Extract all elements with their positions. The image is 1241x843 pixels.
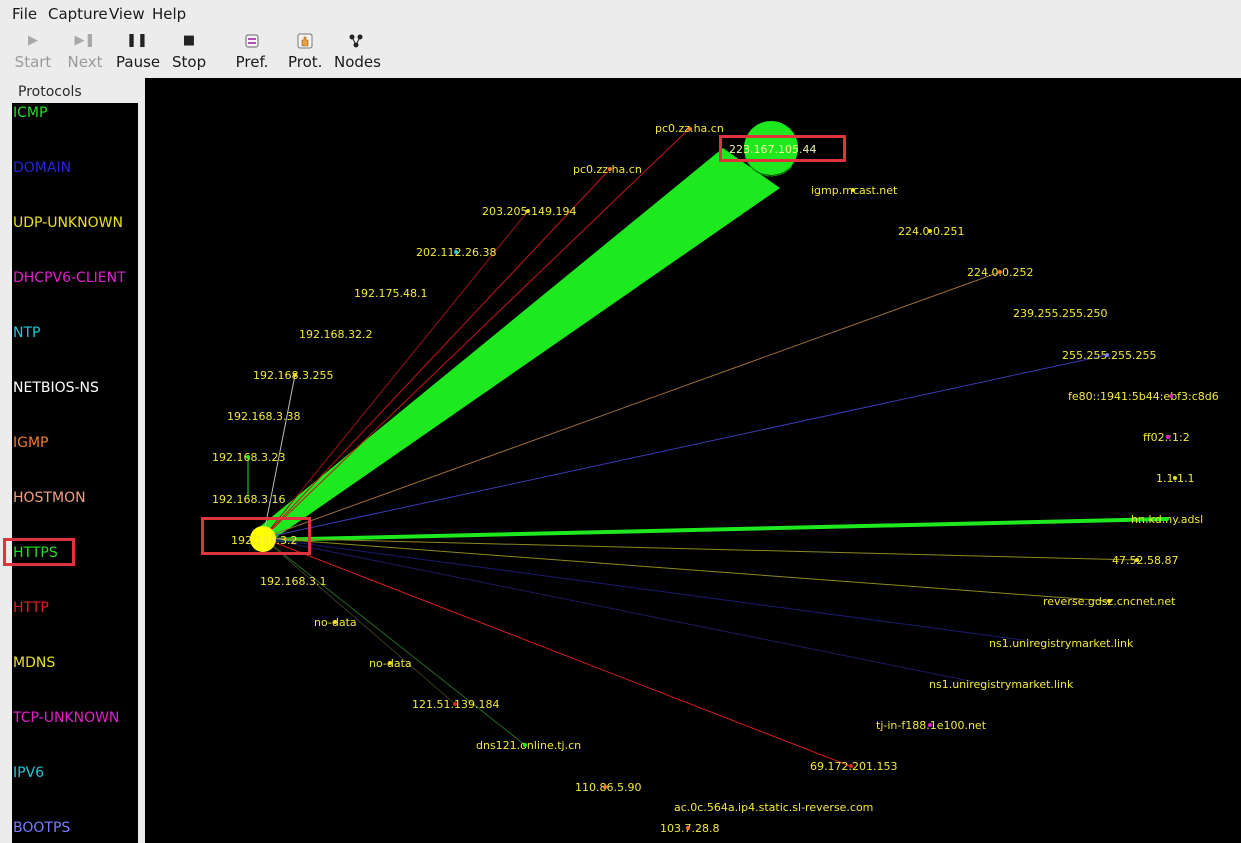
dot-203 [526, 209, 530, 213]
dot-103 [686, 826, 690, 830]
protocols-title: Protocols [16, 84, 84, 100]
play-icon: ▶ [28, 33, 38, 48]
node-239[interactable]: 239.255.255.250 [1013, 307, 1107, 320]
stop-button[interactable]: ■ Stop [172, 30, 206, 76]
node-ns1-b[interactable]: ns1.uniregistrymarket.link [929, 678, 1073, 691]
menu-view[interactable]: View [109, 5, 145, 23]
menu-file[interactable]: File [12, 5, 37, 23]
highlight-box-223 [719, 135, 846, 162]
node-69[interactable]: 69.172.201.153 [810, 760, 897, 773]
link-https-hn [263, 517, 1167, 542]
protocol-domain[interactable]: DOMAIN [13, 160, 71, 176]
protocol-http[interactable]: HTTP [13, 600, 49, 616]
toolbar: ▶ Start ▶❚ Next ❚❚ Pause ■ Stop Pref. Pr… [0, 28, 1241, 78]
connection-links [247, 121, 1167, 767]
dot-nodata-1 [333, 620, 337, 624]
menu-bar: File Capture View Help [0, 0, 1241, 28]
https-highlight-box [3, 538, 75, 566]
node-192-168-32-2[interactable]: 192.168.32.2 [299, 328, 372, 341]
dot-47 [1135, 558, 1139, 562]
pause-icon: ❚❚ [126, 33, 148, 48]
next-button[interactable]: ▶❚ Next [66, 30, 104, 76]
dot-pc0-2 [608, 167, 612, 171]
skip-next-icon: ▶❚ [74, 33, 96, 48]
dot-reverse [1107, 599, 1111, 603]
dot-igmp [851, 188, 855, 192]
protocol-hostmon[interactable]: HOSTMON [13, 490, 86, 506]
start-button[interactable]: ▶ Start [14, 30, 52, 76]
protocol-netbios-ns[interactable]: NETBIOS-NS [13, 380, 99, 396]
nodes-icon [334, 30, 378, 52]
stop-icon: ■ [182, 33, 196, 48]
link-dns121 [262, 537, 526, 746]
protocol-tcp-unknown[interactable]: TCP-UNKNOWN [13, 710, 119, 726]
protocol-igmp[interactable]: IGMP [13, 435, 49, 451]
link-http-69 [262, 537, 851, 767]
nodes-button[interactable]: Nodes [334, 30, 381, 76]
preferences-button[interactable]: Pref. [234, 30, 270, 76]
node-192-175[interactable]: 192.175.48.1 [354, 287, 427, 300]
dot-224-251 [928, 229, 932, 233]
menu-help[interactable]: Help [152, 5, 186, 23]
dot-tj [928, 723, 932, 727]
protocol-mdns[interactable]: MDNS [13, 655, 55, 671]
link-121 [262, 537, 456, 705]
node-192-168-3-1[interactable]: 192.168.3.1 [260, 575, 326, 588]
link-http-pc0-2 [262, 168, 611, 539]
dot-hn [1165, 517, 1169, 521]
node-192-168-3-38[interactable]: 192.168.3.38 [227, 410, 300, 423]
dot-255 [1105, 353, 1109, 357]
protocol-bootps[interactable]: BOOTPS [13, 820, 70, 836]
dot-202 [454, 250, 458, 254]
node-192-168-3-16[interactable]: 192.168.3.16 [212, 493, 285, 506]
link-ns1a [262, 537, 1046, 644]
link-47 [262, 537, 1138, 561]
dot-ff02 [1166, 435, 1170, 439]
network-canvas[interactable]: pc0.zz.ha.cn 223.167.105.44 pc0.zz.ha.cn… [145, 78, 1241, 843]
protocols-button[interactable]: Prot. [288, 30, 322, 76]
preferences-icon [234, 30, 270, 52]
dot-224-252 [998, 270, 1002, 274]
protocols-list: ICMP DOMAIN UDP-UNKNOWN DHCPV6-CLIENT NT… [12, 103, 138, 843]
dot-bcast [293, 373, 297, 377]
pause-button[interactable]: ❚❚ Pause [116, 30, 160, 76]
node-47[interactable]: 47.52.58.87 [1112, 554, 1178, 567]
node-dns121[interactable]: dns121.online.tj.cn [476, 739, 581, 752]
dot-nodata-2 [388, 661, 392, 665]
node-110[interactable]: 110.86.5.90 [575, 781, 641, 794]
highlight-box-self [201, 517, 311, 555]
dot-3-23 [246, 455, 250, 459]
dot-pc0-1 [688, 127, 692, 131]
dot-fe80 [1169, 394, 1173, 398]
protocol-ipv6[interactable]: IPV6 [13, 765, 44, 781]
node-ns1-a[interactable]: ns1.uniregistrymarket.link [989, 637, 1133, 650]
node-ac[interactable]: ac.0c.564a.ip4.static.sl-reverse.com [674, 801, 873, 814]
dot-110 [603, 785, 607, 789]
protocol-ntp[interactable]: NTP [13, 325, 40, 341]
node-255[interactable]: 255.255.255.255 [1062, 349, 1156, 362]
node-fe80[interactable]: fe80::1941:5b44:ebf3:c8d6 [1068, 390, 1219, 403]
protocols-hand-icon [288, 30, 322, 52]
link-reverse [262, 537, 1109, 602]
protocol-dhcpv6-client[interactable]: DHCPV6-CLIENT [13, 270, 126, 286]
dot-dns121 [523, 743, 527, 747]
dot-121 [453, 702, 457, 706]
dot-69 [849, 764, 853, 768]
dot-1111 [1173, 476, 1177, 480]
menu-capture[interactable]: Capture [48, 5, 108, 23]
protocol-udp-unknown[interactable]: UDP-UNKNOWN [13, 215, 123, 231]
link-224-252 [262, 271, 1001, 539]
protocol-icmp[interactable]: ICMP [13, 105, 47, 121]
